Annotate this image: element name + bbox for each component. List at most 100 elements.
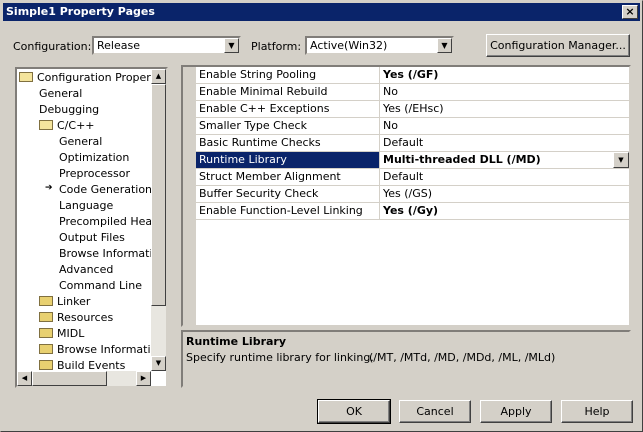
ok-button[interactable]: OK	[317, 399, 391, 424]
property-name: Enable Minimal Rebuild	[196, 84, 380, 100]
folder-icon	[39, 328, 53, 338]
property-name: Enable String Pooling	[196, 67, 380, 83]
tree-item[interactable]: MIDL	[39, 326, 84, 342]
platform-select[interactable]: Active(Win32) ▼	[305, 36, 454, 55]
tree-item[interactable]: Debugging	[39, 102, 99, 118]
folder-open-icon	[19, 72, 33, 82]
grid-gutter	[183, 67, 196, 325]
tree-item[interactable]: Browse Information	[39, 342, 164, 358]
tree-item-label: Browse Information	[57, 343, 165, 356]
tree-item[interactable]: Preprocessor	[59, 166, 130, 182]
property-name: Enable C++ Exceptions	[196, 101, 380, 117]
property-name: Runtime Library	[196, 152, 380, 168]
description-options: (/MT, /MTd, /MD, /MDd, /ML, /MLd)	[369, 351, 556, 364]
property-row[interactable]: Basic Runtime Checks Default	[196, 135, 629, 152]
chevron-down-icon[interactable]: ▼	[613, 152, 629, 168]
configuration-value: Release	[97, 39, 140, 52]
property-name: Smaller Type Check	[196, 118, 380, 134]
tree-item-label: C/C++	[57, 119, 95, 132]
folder-icon	[39, 296, 53, 306]
property-value[interactable]: No	[381, 118, 629, 134]
property-row[interactable]: Enable Minimal Rebuild No	[196, 84, 629, 101]
property-row[interactable]: Enable C++ Exceptions Yes (/EHsc)	[196, 101, 629, 118]
property-row[interactable]: Enable String Pooling Yes (/GF)	[196, 67, 629, 84]
tree-item-label: Resources	[57, 311, 114, 324]
tree-item-label: MIDL	[57, 327, 85, 340]
tree-item-label: Configuration Properties	[37, 71, 168, 84]
window-title: Simple1 Property Pages	[6, 5, 155, 18]
tree-item-label: Command Line	[59, 279, 142, 292]
property-value[interactable]: Default	[381, 169, 629, 185]
tree-item[interactable]: Advanced	[59, 262, 113, 278]
configuration-select[interactable]: Release ▼	[92, 36, 241, 55]
tree-horizontal-scrollbar[interactable]: ◀ ▶	[17, 371, 151, 386]
folder-icon	[39, 344, 53, 354]
property-name: Buffer Security Check	[196, 186, 380, 202]
tree-item-label: Language	[59, 199, 114, 212]
property-value[interactable]: Yes (/Gy)	[381, 203, 629, 219]
tree-item-label: Output Files	[59, 231, 125, 244]
tree-item[interactable]: Linker	[39, 294, 90, 310]
tree-item-label: Linker	[57, 295, 91, 308]
tree-item[interactable]: Output Files	[59, 230, 125, 246]
tree-item-label: General	[39, 87, 83, 100]
help-button[interactable]: Help	[561, 400, 633, 423]
folder-icon	[39, 312, 53, 322]
property-row[interactable]: Struct Member Alignment Default	[196, 169, 629, 186]
tree-item[interactable]: General	[59, 134, 102, 150]
property-grid[interactable]: Enable String Pooling Yes (/GF) Enable Min…	[181, 65, 631, 327]
tree-item[interactable]: C/C++	[39, 118, 95, 134]
scroll-thumb[interactable]	[151, 84, 166, 306]
tree-item[interactable]: Language	[59, 198, 113, 214]
scroll-right-icon[interactable]: ▶	[136, 371, 151, 386]
cancel-button[interactable]: Cancel	[399, 400, 471, 423]
scroll-up-icon[interactable]: ▲	[151, 69, 166, 84]
platform-value: Active(Win32)	[310, 39, 388, 52]
property-value[interactable]: Default	[381, 135, 629, 151]
apply-button[interactable]: Apply	[480, 400, 552, 423]
description-panel: Runtime Library Specify runtime library …	[181, 330, 631, 388]
description-text: Specify runtime library for linking.	[186, 351, 374, 364]
property-value[interactable]: Yes (/EHsc)	[381, 101, 629, 117]
property-name: Enable Function-Level Linking	[196, 203, 380, 219]
tree-item-label: Optimization	[59, 151, 130, 164]
tree-vertical-scrollbar[interactable]: ▲ ▼	[151, 69, 166, 371]
title-bar[interactable]: Simple1 Property Pages ×	[3, 3, 640, 21]
property-value[interactable]: Multi-threaded DLL (/MD)	[381, 152, 629, 168]
tree-item-label: Debugging	[39, 103, 100, 116]
property-value[interactable]: No	[381, 84, 629, 100]
folder-icon	[39, 360, 53, 370]
description-title: Runtime Library	[186, 335, 287, 348]
tree-item[interactable]: Command Line	[59, 278, 142, 294]
configuration-manager-button[interactable]: Configuration Manager...	[486, 34, 630, 57]
property-row[interactable]: Enable Function-Level Linking Yes (/Gy)	[196, 203, 629, 220]
tree-item-label: General	[59, 135, 103, 148]
chevron-down-icon[interactable]: ▼	[437, 38, 452, 53]
tree-item[interactable]: Resources	[39, 310, 113, 326]
tree-item-label: Advanced	[59, 263, 114, 276]
tree-item[interactable]: Configuration Properties	[19, 70, 168, 86]
property-name: Struct Member Alignment	[196, 169, 380, 185]
property-value[interactable]: Yes (/GS)	[381, 186, 629, 202]
tree-item[interactable]: General	[39, 86, 82, 102]
tree-item[interactable]: Optimization	[59, 150, 129, 166]
platform-label: Platform:	[251, 40, 302, 53]
tree-item[interactable]: Code Generation	[59, 182, 152, 198]
tree-item-label: Preprocessor	[59, 167, 131, 180]
scroll-left-icon[interactable]: ◀	[17, 371, 32, 386]
current-page-arrow-icon: ➔	[45, 183, 53, 193]
configuration-label: Configuration:	[13, 40, 92, 53]
property-pages-dialog: Simple1 Property Pages × Configuration: …	[0, 0, 643, 432]
property-row[interactable]: Smaller Type Check No	[196, 118, 629, 135]
property-row[interactable]: Runtime Library Multi-threaded DLL (/MD) ▼	[196, 152, 629, 169]
scroll-down-icon[interactable]: ▼	[151, 356, 166, 371]
tree-item-label: Code Generation	[59, 183, 153, 196]
close-button[interactable]: ×	[622, 5, 638, 19]
category-tree[interactable]: Configuration Properties General Debugging…	[15, 67, 168, 388]
chevron-down-icon[interactable]: ▼	[224, 38, 239, 53]
property-value[interactable]: Yes (/GF)	[381, 67, 629, 83]
property-row[interactable]: Buffer Security Check Yes (/GS)	[196, 186, 629, 203]
property-name: Basic Runtime Checks	[196, 135, 380, 151]
folder-open-icon	[39, 120, 53, 130]
scroll-thumb[interactable]	[32, 371, 107, 386]
